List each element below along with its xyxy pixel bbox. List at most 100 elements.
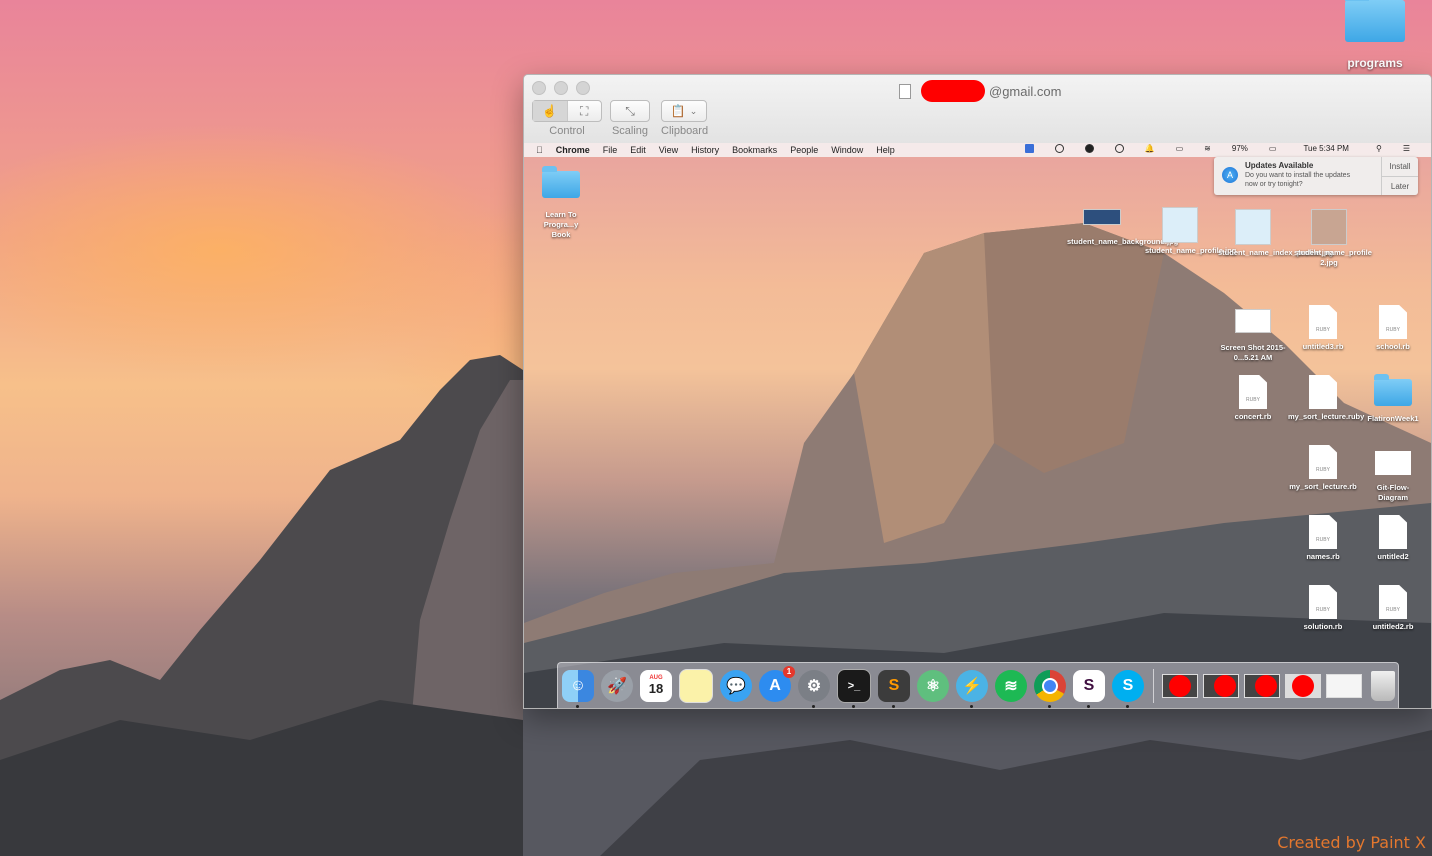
desktop-item-screenshot[interactable]: Screen Shot 2015-0...5.21 AM bbox=[1218, 309, 1288, 363]
desktop-item-my-sort-ruby[interactable]: my_sort_lecture.ruby bbox=[1288, 375, 1364, 422]
desktop-item-label: Git-Flow-Diagram bbox=[1376, 483, 1410, 502]
menu-help[interactable]: Help bbox=[876, 145, 895, 155]
evernote-icon[interactable] bbox=[1084, 144, 1094, 153]
desktop-folder-programs[interactable]: programs bbox=[1340, 0, 1410, 70]
terminal-icon[interactable]: >_ bbox=[837, 668, 871, 708]
screen-share-icon[interactable] bbox=[1024, 144, 1034, 153]
desktop-item-flatiron-week1[interactable]: FlatironWeek1 bbox=[1358, 374, 1428, 424]
ruby-tag-label: RUBY bbox=[1316, 467, 1330, 473]
notification-bell-icon[interactable]: 🔔 bbox=[1145, 144, 1155, 153]
clipboard-button[interactable]: 📋 ⌄ bbox=[661, 100, 707, 122]
desktop-item-solution-rb[interactable]: RUBY solution.rb bbox=[1288, 585, 1358, 632]
dock-separator bbox=[1153, 668, 1154, 703]
spotlight-icon[interactable]: ⚲ bbox=[1376, 144, 1382, 153]
document-icon bbox=[899, 83, 911, 99]
window-title-suffix: @gmail.com bbox=[989, 83, 1062, 99]
spotify-icon[interactable]: ≋ bbox=[995, 669, 1027, 702]
menu-app-name[interactable]: Chrome bbox=[556, 145, 590, 155]
menu-edit[interactable]: Edit bbox=[630, 145, 646, 155]
airplay-icon[interactable]: ▭ bbox=[1176, 144, 1184, 153]
desktop-item-index-profile-jpg[interactable]: student_name_index_profile.jpg bbox=[1218, 209, 1333, 258]
scaling-tool: ⤡ Scaling bbox=[610, 100, 650, 137]
ruby-tag-label: RUBY bbox=[1316, 537, 1330, 543]
window-title: @gmail.com bbox=[899, 80, 1061, 102]
time-machine-icon[interactable] bbox=[1114, 144, 1124, 153]
menu-view[interactable]: View bbox=[659, 145, 678, 155]
desktop-item-git-flow[interactable]: Git-Flow-Diagram bbox=[1358, 451, 1428, 503]
slack-icon[interactable]: S bbox=[1073, 669, 1105, 708]
pointer-icon[interactable]: ☝ bbox=[533, 101, 567, 121]
desktop-item-untitled3-rb[interactable]: RUBY untitled3.rb bbox=[1288, 305, 1358, 352]
desktop-item-profile2-jpg[interactable]: student_name_profile 2.jpg bbox=[1294, 209, 1372, 268]
desktop-item-untitled2[interactable]: untitled2 bbox=[1358, 515, 1428, 562]
desktop-item-label: school.rb bbox=[1376, 342, 1410, 351]
folder-icon bbox=[1374, 374, 1412, 406]
watermark-text: Created by Paint X bbox=[1277, 833, 1426, 852]
desktop-item-learn-book[interactable]: Learn To Progra...y Book bbox=[526, 166, 596, 240]
clock[interactable]: Tue 5:34 PM bbox=[1303, 144, 1349, 153]
desktop-item-label: student_name_profile.jpg bbox=[1145, 246, 1237, 255]
desktop-item-label: names.rb bbox=[1306, 552, 1340, 561]
minimized-window-4[interactable] bbox=[1285, 673, 1321, 698]
menu-history[interactable]: History bbox=[691, 145, 719, 155]
desktop-item-background-jpg[interactable]: student_name_background.jpg bbox=[1067, 209, 1178, 247]
scaling-label: Scaling bbox=[611, 125, 649, 137]
minimized-window-1[interactable] bbox=[1162, 673, 1198, 698]
profile-avatar-icon bbox=[1162, 207, 1198, 243]
desktop-item-school-rb[interactable]: RUBY school.rb bbox=[1358, 305, 1428, 352]
image-thumbnail bbox=[1083, 209, 1121, 225]
app-store-icon[interactable]: A1 bbox=[759, 665, 795, 702]
chrome-icon[interactable] bbox=[1034, 669, 1066, 708]
desktop-item-my-sort-rb[interactable]: RUBY my_sort_lecture.rb bbox=[1288, 445, 1358, 492]
desktop-item-concert-rb[interactable]: RUBY concert.rb bbox=[1218, 375, 1288, 422]
battery-percent[interactable]: 97% bbox=[1232, 144, 1248, 153]
finder-icon[interactable]: ☺ bbox=[562, 669, 594, 708]
close-button[interactable] bbox=[532, 81, 546, 95]
ruby-file-icon: RUBY bbox=[1309, 445, 1337, 479]
remote-screen[interactable]:  Chrome File Edit View History Bookmark… bbox=[524, 143, 1431, 708]
screen-sharing-window[interactable]: @gmail.com ☝ ⛶ Control ⤡ Scaling 📋 ⌄ Cli… bbox=[523, 74, 1432, 709]
atom-icon[interactable]: ⚛ bbox=[917, 669, 949, 702]
later-button[interactable]: Later bbox=[1382, 177, 1418, 196]
skype-icon[interactable]: S bbox=[1112, 669, 1144, 708]
messages-icon[interactable]: 💬 bbox=[720, 669, 752, 702]
desktop-item-profile-jpg[interactable]: student_name_profile.jpg bbox=[1145, 207, 1237, 256]
menu-file[interactable]: File bbox=[603, 145, 618, 155]
notification-center-icon[interactable]: ☰ bbox=[1403, 144, 1410, 153]
minimized-window-5[interactable] bbox=[1326, 673, 1362, 698]
remote-menubar:  Chrome File Edit View History Bookmark… bbox=[524, 143, 1431, 157]
desktop-item-names-rb[interactable]: RUBY names.rb bbox=[1288, 515, 1358, 562]
menu-bookmarks[interactable]: Bookmarks bbox=[732, 145, 777, 155]
control-segmented[interactable]: ☝ ⛶ bbox=[532, 100, 602, 122]
binoculars-icon[interactable]: ⛶ bbox=[566, 101, 602, 121]
notification-title: Updates Available bbox=[1245, 161, 1314, 170]
menu-window[interactable]: Window bbox=[831, 145, 863, 155]
scaling-button[interactable]: ⤡ bbox=[610, 100, 650, 122]
wifi-icon[interactable]: ≋ bbox=[1204, 144, 1211, 153]
status-icon[interactable] bbox=[1054, 144, 1064, 153]
desktop-item-label: Screen Shot 2015-0...5.21 AM bbox=[1220, 343, 1286, 362]
system-preferences-icon[interactable]: ⚙ bbox=[798, 669, 830, 708]
battery-icon: ▭ bbox=[1268, 144, 1277, 153]
desktop-item-untitled2-rb[interactable]: RUBY untitled2.rb bbox=[1358, 585, 1428, 632]
lightning-app-icon[interactable]: ⚡ bbox=[956, 669, 988, 708]
apple-icon[interactable]:  bbox=[536, 145, 543, 155]
updates-notification[interactable]: A Updates Available Do you want to insta… bbox=[1214, 157, 1418, 195]
clipboard-label: Clipboard bbox=[661, 125, 709, 137]
notes-icon[interactable] bbox=[679, 668, 713, 703]
menu-people[interactable]: People bbox=[790, 145, 818, 155]
minimized-window-2[interactable] bbox=[1203, 673, 1239, 698]
window-titlebar[interactable]: @gmail.com ☝ ⛶ Control ⤡ Scaling 📋 ⌄ Cli… bbox=[524, 75, 1431, 144]
clipboard-tool: 📋 ⌄ Clipboard bbox=[661, 100, 708, 137]
install-button[interactable]: Install bbox=[1382, 157, 1418, 177]
calendar-icon[interactable]: AUG 18 bbox=[640, 669, 672, 702]
folder-icon bbox=[542, 166, 580, 198]
minimized-window-3[interactable] bbox=[1244, 673, 1280, 698]
trash-icon[interactable] bbox=[1371, 670, 1395, 701]
minimize-button[interactable] bbox=[554, 81, 568, 95]
sublime-text-icon[interactable]: S bbox=[878, 669, 910, 708]
screenshot-thumbnail bbox=[1235, 309, 1271, 333]
desktop-item-label: untitled2.rb bbox=[1372, 622, 1414, 631]
launchpad-icon[interactable]: 🚀 bbox=[601, 669, 633, 702]
zoom-button[interactable] bbox=[576, 81, 590, 95]
